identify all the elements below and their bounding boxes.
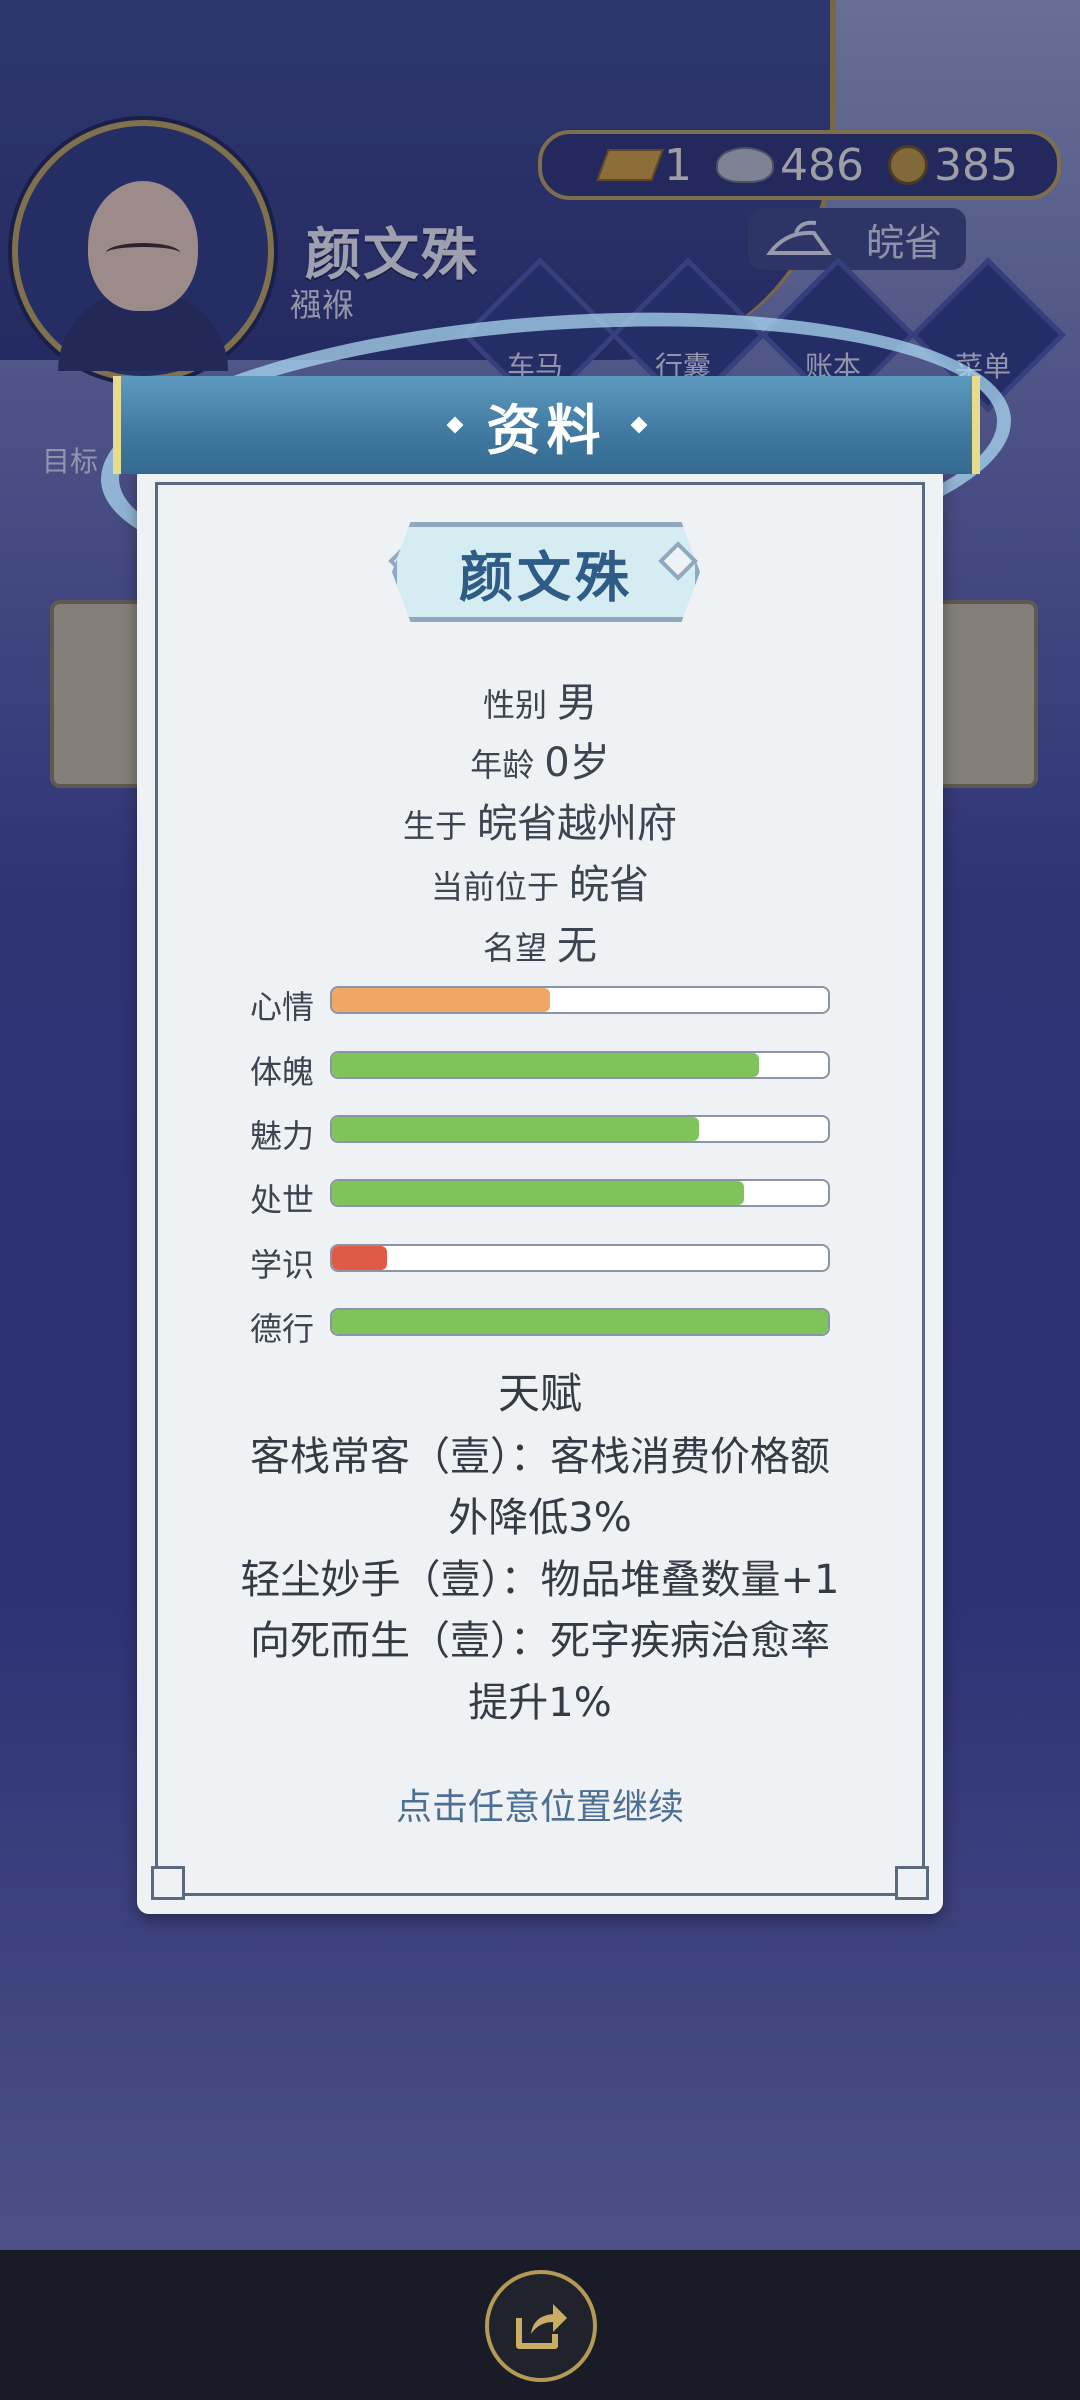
info-age: 年龄 0岁 (137, 730, 943, 788)
info-label: 性别 (482, 686, 547, 724)
stat-fill (332, 988, 551, 1012)
talent-line: 轻尘妙手（壹）：物品堆叠数量+1 (240, 1557, 840, 1603)
talent-line: 客栈常客（壹）：客栈消费价格额 (250, 1434, 830, 1480)
stat-label-virtue: 德行 (250, 1310, 315, 1348)
stat-bar-knowledge (330, 1244, 830, 1272)
info-reputation: 名望无 (137, 913, 943, 971)
info-value: 无 (557, 923, 597, 969)
info-value: 皖省越州府 (477, 801, 677, 847)
continue-hint[interactable]: 点击任意位置继续 (137, 1778, 943, 1830)
stat-bar-virtue (330, 1308, 830, 1336)
info-label: 生于 (402, 807, 467, 845)
info-gender: 性别男 (137, 670, 943, 728)
stat-bar-charm (330, 1115, 830, 1143)
info-value: 皖省 (569, 862, 649, 908)
stat-fill (332, 1246, 387, 1270)
info-value: 0岁 (544, 740, 610, 786)
title-diamond-right-icon (630, 416, 647, 434)
character-name-plate: 颜文殊 (392, 522, 700, 622)
dialog-title: 资料 (486, 398, 607, 462)
info-birthplace: 生于 皖省越州府 (137, 791, 943, 849)
stat-fill (332, 1117, 700, 1141)
share-icon (516, 2304, 567, 2349)
stat-label-knowledge: 学识 (250, 1246, 315, 1284)
talent-line: 外降低3% (448, 1495, 632, 1541)
stat-fill (332, 1053, 759, 1077)
title-diamond-left-icon (446, 416, 463, 434)
stat-bar-mood (330, 986, 830, 1014)
stat-label-physique: 体魄 (250, 1053, 315, 1091)
info-value: 男 (557, 680, 597, 726)
share-button[interactable] (485, 2270, 597, 2382)
talent-line: 向死而生（壹）：死字疾病治愈率 (250, 1618, 830, 1664)
frame-corner-bottom-right (895, 1866, 929, 1900)
stat-fill (332, 1181, 744, 1205)
character-name: 颜文殊 (459, 545, 633, 609)
info-label: 当前位于 (430, 868, 559, 906)
stat-bar-worldliness (330, 1179, 830, 1207)
stat-label-charm: 魅力 (250, 1117, 315, 1155)
dialog-title-bar: 资料 (113, 376, 980, 474)
stat-label-worldliness: 处世 (250, 1181, 315, 1219)
info-location: 当前位于 皖省 (137, 852, 943, 910)
frame-corner-bottom-left (151, 1866, 185, 1900)
info-label: 名望 (482, 929, 547, 967)
stat-label-mood: 心情 (250, 988, 315, 1026)
talent-title: 天赋 (497, 1369, 582, 1418)
stat-bar-physique (330, 1051, 830, 1079)
stat-fill (332, 1310, 828, 1334)
talent-line: 提升1% (468, 1680, 612, 1726)
info-label: 年龄 (470, 746, 535, 784)
